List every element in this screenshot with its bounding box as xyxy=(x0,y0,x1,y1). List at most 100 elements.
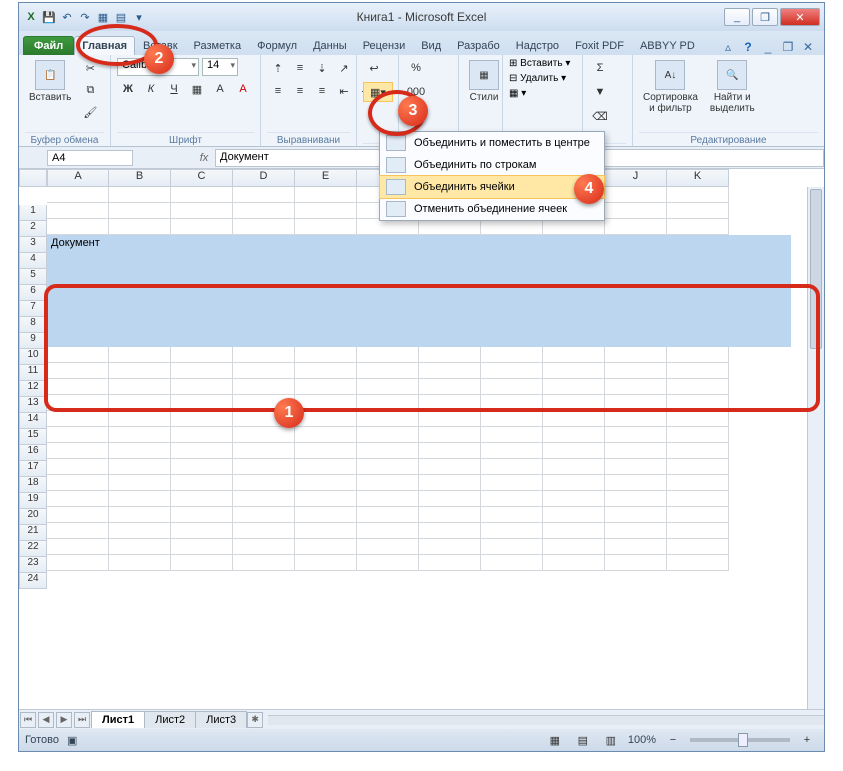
cell[interactable] xyxy=(543,411,605,427)
cell[interactable] xyxy=(543,459,605,475)
autosum-icon[interactable]: Σ xyxy=(589,58,611,78)
horizontal-scrollbar[interactable] xyxy=(268,715,824,725)
sheet-tab-2[interactable]: Лист2 xyxy=(144,711,196,728)
tab-data[interactable]: Данны xyxy=(305,36,355,55)
cell[interactable] xyxy=(295,411,357,427)
view-layout-icon[interactable]: ▤ xyxy=(572,730,594,750)
merge-cells-item[interactable]: Объединить ячейки xyxy=(379,175,605,199)
cell[interactable] xyxy=(667,411,729,427)
cell[interactable] xyxy=(295,427,357,443)
cell[interactable] xyxy=(605,507,667,523)
zoom-slider[interactable] xyxy=(690,738,790,742)
cell[interactable] xyxy=(543,219,605,235)
cell[interactable] xyxy=(171,203,233,219)
cell[interactable] xyxy=(419,427,481,443)
cell[interactable] xyxy=(605,459,667,475)
zoom-in-button[interactable]: + xyxy=(796,730,818,750)
cell[interactable] xyxy=(481,555,543,571)
cell[interactable] xyxy=(47,187,109,203)
cell[interactable] xyxy=(233,443,295,459)
row-header[interactable]: 22 xyxy=(19,541,47,557)
cell[interactable] xyxy=(605,219,667,235)
indent-dec-icon[interactable]: ⇤ xyxy=(333,81,355,101)
cell[interactable] xyxy=(233,523,295,539)
cell[interactable] xyxy=(667,427,729,443)
column-header[interactable]: E xyxy=(295,169,357,187)
cell[interactable] xyxy=(295,219,357,235)
tab-formulas[interactable]: Формул xyxy=(249,36,305,55)
zoom-out-button[interactable]: − xyxy=(662,730,684,750)
cell[interactable] xyxy=(233,427,295,443)
cell[interactable] xyxy=(605,427,667,443)
cell[interactable] xyxy=(605,443,667,459)
cell[interactable] xyxy=(605,363,667,379)
cell[interactable] xyxy=(543,475,605,491)
merge-button[interactable]: ▦▾ xyxy=(363,82,393,102)
column-header[interactable]: A xyxy=(47,169,109,187)
cell[interactable] xyxy=(667,555,729,571)
cell[interactable] xyxy=(419,443,481,459)
font-color-icon[interactable]: A xyxy=(232,79,254,99)
fill-color-icon[interactable]: A xyxy=(209,79,231,99)
cell[interactable] xyxy=(109,347,171,363)
zoom-level[interactable]: 100% xyxy=(628,734,656,746)
row-header[interactable]: 19 xyxy=(19,493,47,509)
tab-file[interactable]: Файл xyxy=(23,36,74,55)
sheet-tab-1[interactable]: Лист1 xyxy=(91,711,145,728)
cell[interactable] xyxy=(419,411,481,427)
cell[interactable] xyxy=(667,219,729,235)
cell[interactable] xyxy=(171,523,233,539)
border-icon[interactable]: ▦ xyxy=(186,79,208,99)
cell[interactable] xyxy=(233,219,295,235)
cell[interactable] xyxy=(295,523,357,539)
cell[interactable] xyxy=(171,347,233,363)
cell[interactable] xyxy=(357,475,419,491)
row-header[interactable]: 14 xyxy=(19,413,47,429)
clear-icon[interactable]: ⌫ xyxy=(589,106,611,126)
unmerge-item[interactable]: Отменить объединение ячеек xyxy=(380,198,604,220)
column-header[interactable]: K xyxy=(667,169,729,187)
cell[interactable] xyxy=(47,427,109,443)
tab-abbyy[interactable]: ABBYY PD xyxy=(632,36,703,55)
name-box[interactable]: A4 xyxy=(47,150,133,166)
cell[interactable] xyxy=(295,379,357,395)
sheet-tab-3[interactable]: Лист3 xyxy=(195,711,247,728)
cell[interactable] xyxy=(295,347,357,363)
cell[interactable] xyxy=(667,523,729,539)
cell[interactable] xyxy=(295,507,357,523)
select-all-button[interactable] xyxy=(19,169,47,187)
format-painter-icon[interactable]: 🖌 xyxy=(79,102,101,122)
cell[interactable] xyxy=(171,539,233,555)
row-header[interactable]: 17 xyxy=(19,461,47,477)
cells-format-button[interactable]: ▦ ▾ xyxy=(509,88,526,99)
cell[interactable] xyxy=(171,507,233,523)
cell[interactable] xyxy=(419,219,481,235)
fx-icon[interactable]: fx xyxy=(193,152,215,164)
cell[interactable] xyxy=(605,395,667,411)
cell[interactable] xyxy=(233,459,295,475)
column-header[interactable]: D xyxy=(233,169,295,187)
cell[interactable] xyxy=(481,395,543,411)
cell[interactable] xyxy=(47,363,109,379)
cell[interactable] xyxy=(171,411,233,427)
maximize-button[interactable]: ❐ xyxy=(752,8,778,26)
cell[interactable] xyxy=(605,347,667,363)
cell[interactable] xyxy=(109,363,171,379)
styles-button[interactable]: ▦ Стили xyxy=(465,58,503,105)
cells-delete-button[interactable]: ⊟ Удалить ▾ xyxy=(509,73,566,84)
vertical-scrollbar[interactable] xyxy=(807,187,824,709)
cell[interactable] xyxy=(233,347,295,363)
row-header[interactable]: 1 xyxy=(19,205,47,221)
cell[interactable] xyxy=(419,475,481,491)
row-header[interactable]: 10 xyxy=(19,349,47,365)
undo-icon[interactable]: ↶ xyxy=(59,9,75,25)
orientation-icon[interactable]: ↗ xyxy=(333,58,355,78)
cell[interactable] xyxy=(171,491,233,507)
row-header[interactable]: 15 xyxy=(19,429,47,445)
cell[interactable] xyxy=(543,507,605,523)
row-header[interactable]: 24 xyxy=(19,573,47,589)
cell[interactable] xyxy=(357,411,419,427)
mdi-min-icon[interactable]: _ xyxy=(760,39,776,55)
cell[interactable] xyxy=(543,347,605,363)
cell[interactable] xyxy=(233,203,295,219)
